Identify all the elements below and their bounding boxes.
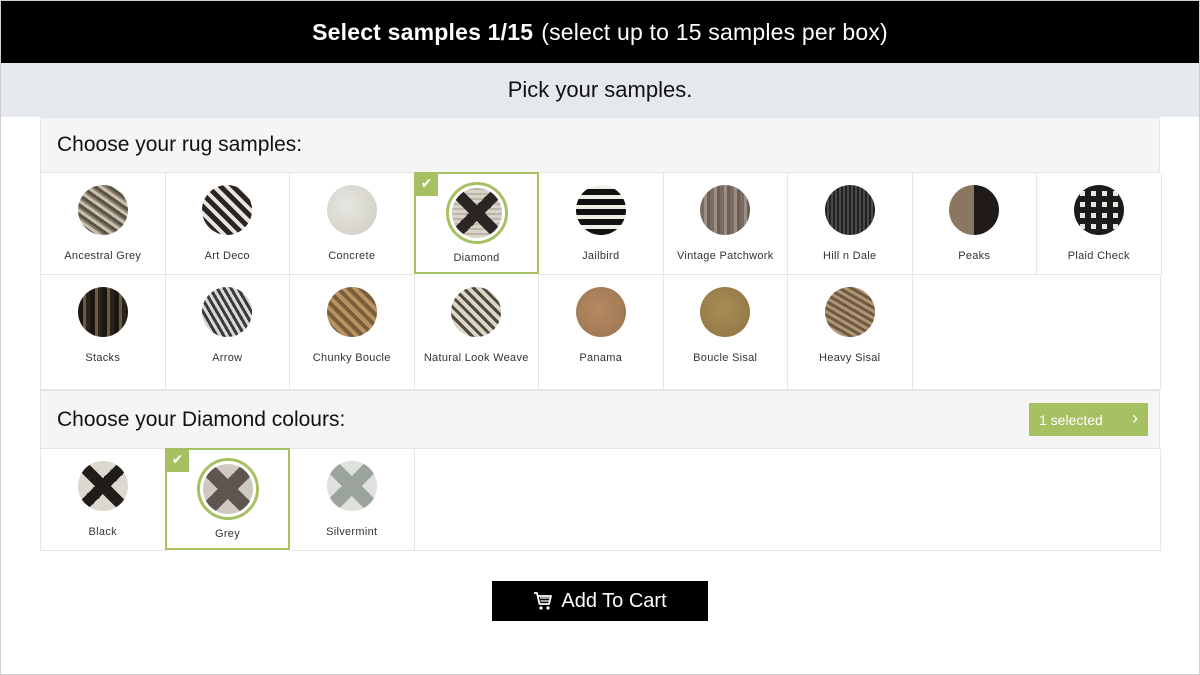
boucle-sisal-swatch [700,287,751,337]
rug-option-peaks[interactable]: Peaks [912,173,1037,275]
colour-samples-heading: Choose your Diamond colours: 1 selected … [40,390,1160,449]
heavy-sisal-swatch [824,287,875,337]
colour-samples-grid: Black ✔ Grey Silvermint [40,448,1161,551]
rug-option-label: Heavy Sisal [819,352,881,364]
chevron-right-icon: › [1132,408,1138,428]
rug-option-heavy-sisal[interactable]: Heavy Sisal [788,275,913,390]
colour-option-grey[interactable]: ✔ Grey [165,448,290,550]
rug-option-arrow[interactable]: Arrow [165,275,290,390]
rug-option-chunky-boucle[interactable]: Chunky Boucle [290,275,415,390]
jailbird-swatch [575,185,626,235]
checkmark-icon: ✔ [415,173,438,196]
rug-option-label: Peaks [958,250,991,262]
colour-option-label: Black [88,526,117,538]
rug-option-panama[interactable]: Panama [539,275,664,390]
rug-option-stacks[interactable]: Stacks [41,275,166,390]
stacks-swatch [77,287,128,337]
empty-grid-cell [414,449,1161,551]
rug-option-label: Art Deco [204,250,250,262]
rug-samples-heading: Choose your rug samples: [40,117,1160,173]
arrow-swatch [202,287,253,337]
rug-option-diamond[interactable]: ✔ Diamond [414,172,539,274]
plaid-check-swatch [1073,185,1124,235]
selected-count-label: 1 selected [1039,411,1103,428]
selection-limit-note: (select up to 15 samples per box) [541,18,888,45]
rug-option-ancestral-grey[interactable]: Ancestral Grey [41,173,166,275]
silvermint-swatch [326,461,377,511]
ancestral-grey-swatch [77,185,128,235]
rug-option-label: Hill n Dale [823,250,877,262]
art-deco-swatch [202,185,253,235]
rug-option-label: Diamond [453,252,500,264]
colour-option-label: Silvermint [326,526,378,538]
grey-swatch [196,458,259,520]
colour-option-silvermint[interactable]: Silvermint [290,449,415,551]
rug-option-label: Natural Look Weave [423,352,529,364]
concrete-swatch [326,185,377,235]
empty-grid-cell [912,275,1161,390]
selection-counter-bar: Select samples 1/15 (select up to 15 sam… [1,1,1199,63]
rug-option-plaid-check[interactable]: Plaid Check [1037,173,1162,275]
rug-option-label: Chunky Boucle [312,352,391,364]
rug-option-boucle-sisal[interactable]: Boucle Sisal [663,275,788,390]
page-subtitle: Pick your samples. [1,63,1199,117]
colour-option-black[interactable]: Black [41,449,166,551]
rug-option-hill-n-dale[interactable]: Hill n Dale [788,173,913,275]
rug-option-label: Concrete [328,250,376,262]
rug-option-label: Arrow [212,352,243,364]
rug-option-concrete[interactable]: Concrete [290,173,415,275]
rug-option-jailbird[interactable]: Jailbird [539,173,664,275]
chunky-boucle-swatch [326,287,377,337]
rug-option-art-deco[interactable]: Art Deco [165,173,290,275]
rug-option-label: Jailbird [582,250,620,262]
cart-icon [534,592,553,610]
rug-option-label: Ancestral Grey [64,250,142,262]
rug-samples-grid: Ancestral Grey Art Deco Concrete ✔ Diamo… [40,172,1162,390]
diamond-swatch [445,182,508,244]
rug-samples-heading-text: Choose your rug samples: [57,133,303,156]
add-to-cart-button[interactable]: Add To Cart [492,581,708,621]
add-to-cart-label: Add To Cart [561,589,667,612]
black-swatch [77,461,128,511]
rug-option-label: Stacks [85,352,121,364]
selected-count-button[interactable]: 1 selected › [1029,403,1148,436]
peaks-swatch [949,185,1000,235]
panama-swatch [575,287,626,337]
rug-option-label: Plaid Check [1067,250,1130,262]
rug-option-vintage-patchwork[interactable]: Vintage Patchwork [663,173,788,275]
rug-option-label: Boucle Sisal [693,352,758,364]
natural-look-weave-swatch [451,287,502,337]
rug-option-label: Panama [579,352,623,364]
colour-samples-heading-text: Choose your Diamond colours: [57,407,346,431]
rug-option-natural-look-weave[interactable]: Natural Look Weave [414,275,539,390]
vintage-patchwork-swatch [700,185,751,235]
selection-counter: Select samples 1/15 [312,18,534,45]
rug-option-label: Vintage Patchwork [676,250,774,262]
checkmark-icon: ✔ [166,449,189,472]
hill-n-dale-swatch [824,185,875,235]
colour-option-label: Grey [214,528,241,540]
